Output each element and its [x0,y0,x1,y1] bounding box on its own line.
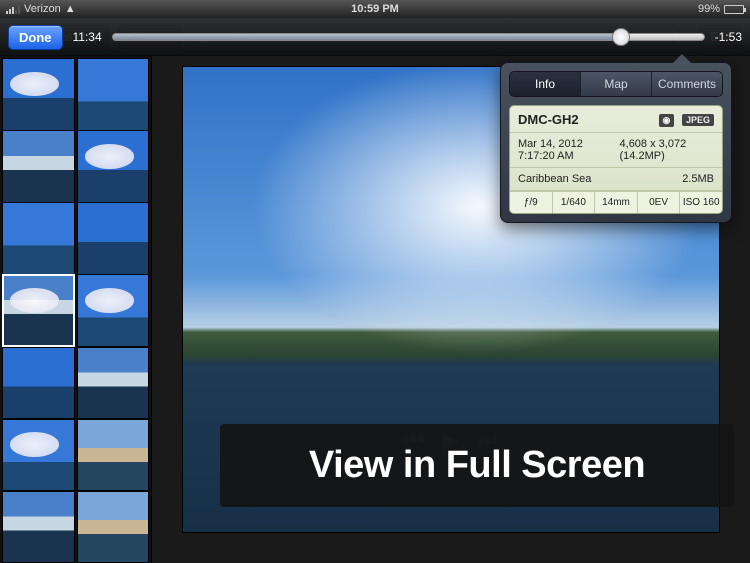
info-row-datetime: Mar 14, 2012 7:17:20 AM 4,608 x 3,072 (1… [510,133,722,168]
exif-aperture: ƒ/9 [510,192,553,213]
exif-iso: ISO 160 [680,192,722,213]
exif-shutter: 1/640 [553,192,596,213]
thumbnail[interactable] [77,419,150,492]
filesize-value: 2.5MB [682,173,714,185]
thumbnail[interactable] [77,347,150,420]
datetime-value: Mar 14, 2012 7:17:20 AM [518,138,620,162]
exif-focal: 14mm [595,192,638,213]
thumbnail[interactable] [77,202,150,275]
exif-row: ƒ/9 1/640 14mm 0EV ISO 160 [510,191,722,213]
remaining-time: -1:53 [715,30,742,44]
thumbnail[interactable] [2,347,75,420]
elapsed-time: 11:34 [73,30,102,44]
exif-ev: 0EV [638,192,681,213]
tab-map[interactable]: Map [581,72,652,96]
overlay-caption: View in Full Screen [220,424,734,507]
camera-model: DMC-GH2 [518,112,579,127]
carrier-label: Verizon [24,3,61,15]
video-scrubber-bar: Done 11:34 -1:53 [0,18,750,56]
status-time: 10:59 PM [351,3,399,15]
battery-icon [724,5,744,14]
thumbnail[interactable] [77,491,150,563]
ios-status-bar: Verizon ▲ 10:59 PM 99% [0,0,750,18]
thumbnail-strip[interactable] [0,56,152,563]
thumbnail[interactable] [77,130,150,203]
info-row-camera: DMC-GH2 ◉ JPEG [510,106,722,133]
progress-track[interactable] [112,33,705,41]
status-right: 99% [698,3,744,15]
photo-viewer[interactable]: ⏮ ▶ ⏭ Info Map Comments DMC-GH2 ◉ JPEG [152,56,750,563]
popover-arrow [673,54,691,63]
info-row-location: Caribbean Sea 2.5MB [510,168,722,191]
progress-fill [113,34,621,40]
thumbnail[interactable] [77,58,150,131]
signal-icon [6,5,20,14]
thumbnail[interactable] [2,419,75,492]
tab-comments[interactable]: Comments [652,72,722,96]
camera-icon: ◉ [659,114,675,127]
info-badges: ◉ JPEG [655,111,715,127]
main-area: ⏮ ▶ ⏭ Info Map Comments DMC-GH2 ◉ JPEG [0,56,750,563]
battery-label: 99% [698,3,720,15]
thumbnail[interactable] [77,274,150,347]
location-value: Caribbean Sea [518,173,591,185]
thumbnail[interactable] [2,130,75,203]
info-tabs: Info Map Comments [509,71,723,97]
dimensions-value: 4,608 x 3,072 (14.2MP) [620,138,714,162]
info-card: DMC-GH2 ◉ JPEG Mar 14, 2012 7:17:20 AM 4… [509,105,723,214]
thumbnail[interactable] [2,58,75,131]
thumbnail[interactable] [2,202,75,275]
tab-info[interactable]: Info [510,72,581,96]
wifi-icon: ▲ [65,3,76,15]
thumbnail[interactable] [2,491,75,563]
info-popover: Info Map Comments DMC-GH2 ◉ JPEG Mar 14,… [500,62,732,223]
done-button[interactable]: Done [8,25,63,50]
thumbnail[interactable] [2,274,75,347]
format-badge: JPEG [682,114,714,126]
status-left: Verizon ▲ [6,3,76,15]
playhead[interactable] [612,28,630,46]
